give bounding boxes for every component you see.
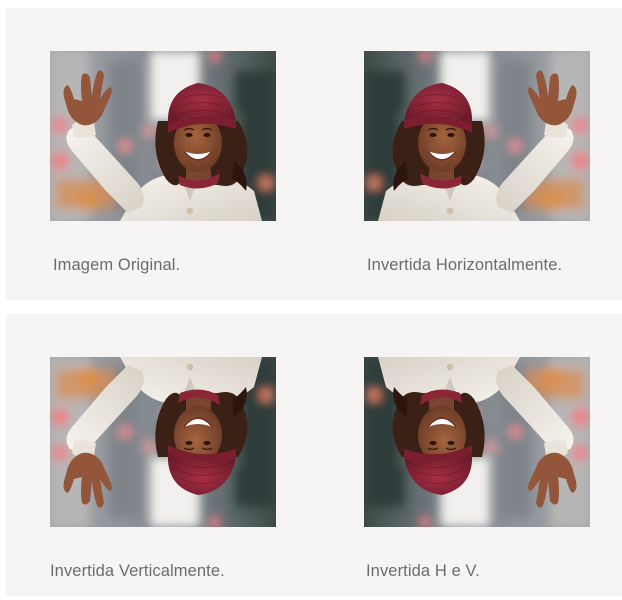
caption-horizontal: Invertida Horizontalmente. (367, 256, 563, 274)
woman-waving-photo-flipped-horizontal (364, 51, 590, 221)
caption-vertical: Invertida Verticalmente. (50, 562, 225, 580)
vertically-flipped-image (50, 357, 276, 527)
both-flipped-image (364, 357, 590, 527)
original-image (50, 51, 276, 221)
caption-both: Invertida H e V. (366, 562, 480, 580)
woman-waving-photo-flipped-both (364, 357, 590, 527)
woman-waving-photo (50, 51, 276, 221)
woman-waving-photo-flipped-vertical (50, 357, 276, 527)
horizontally-flipped-image (364, 51, 590, 221)
caption-original: Imagem Original. (53, 256, 181, 274)
